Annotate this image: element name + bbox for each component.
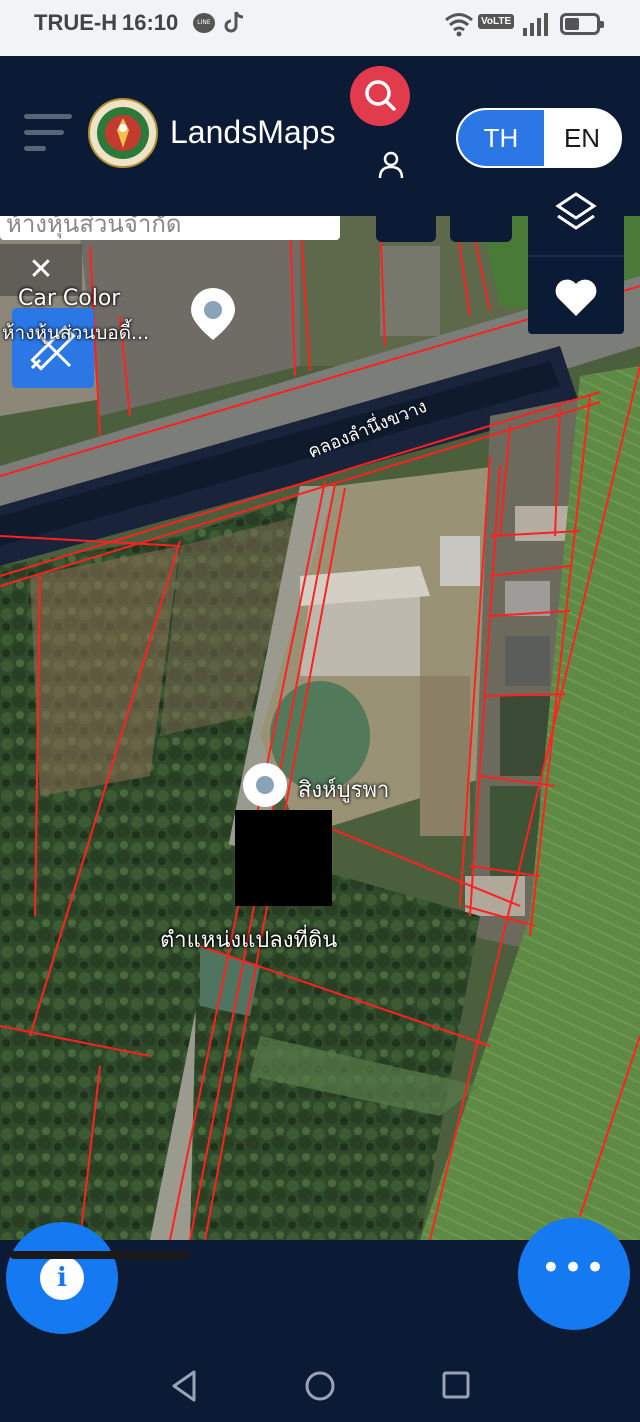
- parcel-marker-redacted: [235, 810, 332, 906]
- poi-pin-icon[interactable]: [240, 760, 290, 816]
- horizontal-scrollbar[interactable]: [10, 1251, 190, 1259]
- wifi-icon: [445, 13, 473, 37]
- poi-pin-icon[interactable]: [188, 286, 238, 342]
- home-icon[interactable]: [304, 1370, 336, 1402]
- status-bar: TRUE-H 16:10 LINE VoLTE: [0, 0, 640, 56]
- menu-icon[interactable]: [24, 114, 72, 152]
- recent-apps-icon[interactable]: [442, 1370, 470, 1400]
- search-input[interactable]: ห้างหุ้นส่วนจำกัด: [0, 216, 340, 240]
- clock-time: 16:10: [122, 10, 179, 35]
- language-toggle[interactable]: TH EN: [456, 108, 622, 168]
- brand-title: LandsMaps: [170, 114, 336, 150]
- layers-icon: [555, 192, 597, 230]
- tiktok-icon: [224, 11, 244, 33]
- poi-label-singh-burapha[interactable]: สิงห์บูรพา: [298, 772, 389, 807]
- signal-icon: [523, 13, 548, 36]
- info-icon: i: [40, 1256, 84, 1300]
- android-nav-bar: [0, 1340, 640, 1422]
- back-icon[interactable]: [170, 1370, 198, 1402]
- land-department-logo: [88, 98, 158, 168]
- user-icon[interactable]: [376, 150, 406, 180]
- search-button[interactable]: [350, 66, 410, 126]
- poi-sublabel: ห้างหุ้นส่วนบอดี้...: [2, 322, 150, 344]
- search-input-text: ห้างหุ้นส่วนจำกัด: [6, 216, 182, 238]
- parcel-location-label: ตำแหน่งแปลงที่ดิน: [160, 928, 338, 953]
- map-imagery: [0, 216, 640, 1240]
- favorite-button[interactable]: [528, 258, 624, 334]
- line-icon: LINE: [193, 13, 215, 33]
- carrier-name: TRUE-H: [34, 10, 118, 35]
- lang-en-button[interactable]: EN: [544, 110, 620, 166]
- satellite-map[interactable]: [0, 216, 640, 1240]
- battery-icon: [560, 13, 604, 35]
- controls-divider: [528, 255, 624, 257]
- layers-button[interactable]: [528, 178, 624, 254]
- map-ruler-button[interactable]: [450, 216, 512, 242]
- map-tool-button[interactable]: [376, 216, 436, 242]
- search-icon: [365, 80, 396, 111]
- info-button[interactable]: i: [6, 1222, 118, 1334]
- landsmaps-screen: TRUE-H 16:10 LINE VoLTE LandsMaps TH EN …: [0, 0, 640, 1422]
- poi-label-car-color[interactable]: Car Color: [18, 286, 120, 311]
- volte-icon: VoLTE: [478, 14, 515, 29]
- map-controls-panel: [528, 178, 624, 334]
- more-options-button[interactable]: •••: [518, 1218, 630, 1330]
- heart-icon: [555, 279, 597, 316]
- lang-th-button[interactable]: TH: [458, 110, 544, 166]
